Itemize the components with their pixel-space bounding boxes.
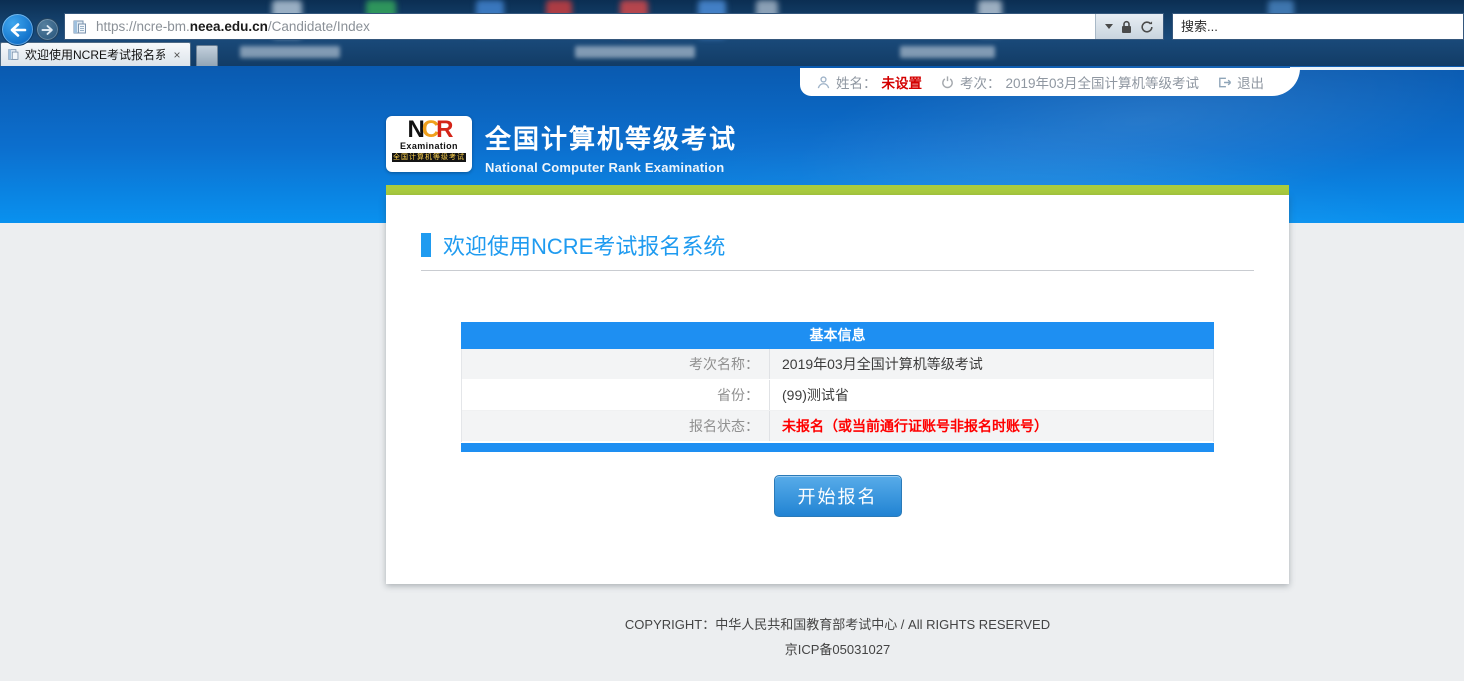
forward-arrow-icon — [41, 24, 54, 36]
forward-button[interactable] — [36, 18, 59, 41]
url-path: /Candidate/Index — [268, 19, 370, 34]
page-favicon-icon — [65, 19, 92, 35]
welcome-title: 欢迎使用NCRE考试报名系统 — [443, 229, 725, 261]
table-header: 基本信息 — [461, 322, 1214, 349]
copyright-text: COPYRIGHT：中华人民共和国教育部考试中心 / All RIGHTS RE… — [386, 612, 1289, 637]
url-domain: neea.edu.cn — [190, 19, 268, 34]
back-button[interactable] — [1, 13, 34, 46]
url-text: https://ncre-bm.neea.edu.cn/Candidate/In… — [92, 19, 1095, 34]
browser-chrome: https://ncre-bm.neea.edu.cn/Candidate/In… — [0, 0, 1464, 66]
url-scheme: https://ncre-bm. — [96, 19, 190, 34]
back-arrow-icon — [9, 22, 27, 38]
table-body: 考次名称： 2019年03月全国计算机等级考试 省份： (99)测试省 报名状态… — [461, 349, 1214, 442]
session-group: 考次： 2019年03月全国计算机等级考试 — [940, 72, 1199, 92]
tab-row: 欢迎使用NCRE考试报名系统 × — [0, 42, 1464, 66]
icp-number: 京ICP备05031027 — [386, 637, 1289, 662]
site-title: 全国计算机等级考试 — [485, 119, 737, 156]
refresh-icon[interactable] — [1140, 20, 1154, 34]
ie-window: https://ncre-bm.neea.edu.cn/Candidate/In… — [0, 0, 1464, 681]
browser-tab[interactable]: 欢迎使用NCRE考试报名系统 × — [0, 42, 191, 66]
tab-favicon-icon — [7, 48, 20, 61]
address-bar[interactable]: https://ncre-bm.neea.edu.cn/Candidate/In… — [64, 13, 1164, 40]
new-tab-button[interactable] — [196, 45, 218, 66]
start-register-button[interactable]: 开始报名 — [774, 475, 902, 517]
logo-letters: NCR — [407, 119, 450, 141]
tab-close-icon[interactable]: × — [170, 49, 184, 61]
logout-label: 退出 — [1237, 72, 1264, 92]
heading-accent-bar — [421, 233, 431, 257]
row-label: 报名状态： — [462, 411, 770, 441]
session-label: 考次： — [960, 72, 1001, 92]
autocomplete-dropdown-icon[interactable] — [1105, 24, 1113, 29]
green-accent-bar — [386, 185, 1289, 195]
welcome-heading: 欢迎使用NCRE考试报名系统 — [386, 195, 1289, 261]
content-panel: 欢迎使用NCRE考试报名系统 基本信息 考次名称： 2019年03月全国计算机等… — [386, 195, 1289, 584]
brand-row: NCR Examination 全国计算机等级考试 全国计算机等级考试 Nati… — [386, 116, 737, 175]
row-label: 考次名称： — [462, 349, 770, 379]
tab-title: 欢迎使用NCRE考试报名系统 — [25, 46, 165, 63]
row-label: 省份： — [462, 380, 770, 410]
session-value: 2019年03月全国计算机等级考试 — [1006, 72, 1200, 92]
name-value: 未设置 — [882, 72, 923, 92]
table-row: 考次名称： 2019年03月全国计算机等级考试 — [462, 349, 1213, 380]
table-footer-bar — [461, 443, 1214, 452]
user-info-bar: 姓名： 未设置 考次： 2019年03月全国计算机等级考试 — [800, 68, 1300, 96]
name-label: 姓名： — [836, 72, 877, 92]
browser-search-box — [1172, 13, 1464, 40]
logout-link[interactable]: 退出 — [1217, 72, 1264, 92]
user-name-group: 姓名： 未设置 — [816, 72, 922, 92]
basic-info-table: 基本信息 考次名称： 2019年03月全国计算机等级考试 省份： (99)测试省… — [461, 322, 1214, 452]
power-icon — [940, 75, 955, 90]
row-value: (99)测试省 — [770, 380, 1213, 410]
top-edge-line — [1290, 67, 1464, 70]
table-row: 省份： (99)测试省 — [462, 380, 1213, 411]
logo-word: Examination — [400, 141, 458, 151]
address-bar-tools — [1095, 14, 1163, 39]
page-body: 姓名： 未设置 考次： 2019年03月全国计算机等级考试 — [0, 66, 1464, 681]
person-icon — [816, 75, 831, 90]
ncre-logo: NCR Examination 全国计算机等级考试 — [386, 116, 472, 172]
logo-strip: 全国计算机等级考试 — [392, 153, 466, 162]
page-footer: COPYRIGHT：中华人民共和国教育部考试中心 / All RIGHTS RE… — [386, 612, 1289, 662]
logout-icon — [1217, 75, 1232, 90]
table-row: 报名状态： 未报名（或当前通行证账号非报名时账号） — [462, 411, 1213, 442]
row-value-status: 未报名（或当前通行证账号非报名时账号） — [770, 411, 1213, 441]
site-subtitle: National Computer Rank Examination — [485, 160, 737, 175]
heading-divider — [421, 270, 1254, 271]
search-input[interactable] — [1181, 19, 1463, 34]
button-area: 开始报名 — [386, 475, 1289, 517]
row-value: 2019年03月全国计算机等级考试 — [770, 349, 1213, 379]
lock-icon — [1121, 20, 1132, 34]
site-titles: 全国计算机等级考试 National Computer Rank Examina… — [485, 116, 737, 175]
